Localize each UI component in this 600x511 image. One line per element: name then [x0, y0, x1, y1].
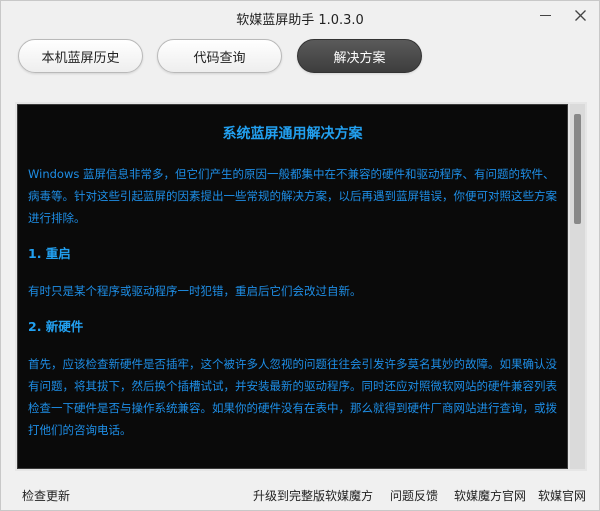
- tab-solution[interactable]: 解决方案: [297, 39, 422, 73]
- close-icon: [574, 9, 586, 21]
- section-text-new-hardware: 首先，应该检查新硬件是否插牢，这个被许多人忽视的问题往往会引发许多莫名其妙的故障…: [28, 357, 557, 437]
- check-update-link[interactable]: 检查更新: [22, 487, 70, 504]
- tab-code-lookup[interactable]: 代码查询: [157, 39, 282, 73]
- minimize-button[interactable]: [526, 1, 564, 29]
- close-button[interactable]: [561, 1, 599, 29]
- section-heading-new-hardware: 2. 新硬件: [28, 319, 84, 334]
- ruanmei-site-link[interactable]: 软媒官网: [538, 487, 586, 504]
- content-title: 系统蓝屏通用解决方案: [222, 126, 363, 142]
- section-text-restart: 有时只是某个程序或驱动程序一时犯错，重启后它们会改过自新。: [28, 284, 362, 298]
- minimize-icon: [539, 14, 551, 16]
- vertical-scrollbar[interactable]: [570, 104, 585, 469]
- tab-history[interactable]: 本机蓝屏历史: [18, 39, 143, 73]
- mofang-site-link[interactable]: 软媒魔方官网: [454, 487, 526, 504]
- solution-content: 系统蓝屏通用解决方案 Windows 蓝屏信息非常多，但它们产生的原因一般都集中…: [17, 104, 568, 469]
- app-window: 软媒蓝屏助手 1.0.3.0 本机蓝屏历史 代码查询 解决方案 系统蓝屏通用解决…: [0, 0, 600, 511]
- scroll-thumb[interactable]: [574, 114, 581, 224]
- title-bar[interactable]: 软媒蓝屏助手 1.0.3.0: [1, 1, 599, 35]
- feedback-link[interactable]: 问题反馈: [390, 487, 438, 504]
- section-heading-restart: 1. 重启: [28, 246, 71, 261]
- content-panel: 系统蓝屏通用解决方案 Windows 蓝屏信息非常多，但它们产生的原因一般都集中…: [15, 102, 587, 471]
- upgrade-link[interactable]: 升级到完整版软媒魔方: [253, 487, 373, 504]
- intro-paragraph: Windows 蓝屏信息非常多，但它们产生的原因一般都集中在不兼容的硬件和驱动程…: [28, 167, 557, 225]
- window-title: 软媒蓝屏助手 1.0.3.0: [236, 13, 364, 28]
